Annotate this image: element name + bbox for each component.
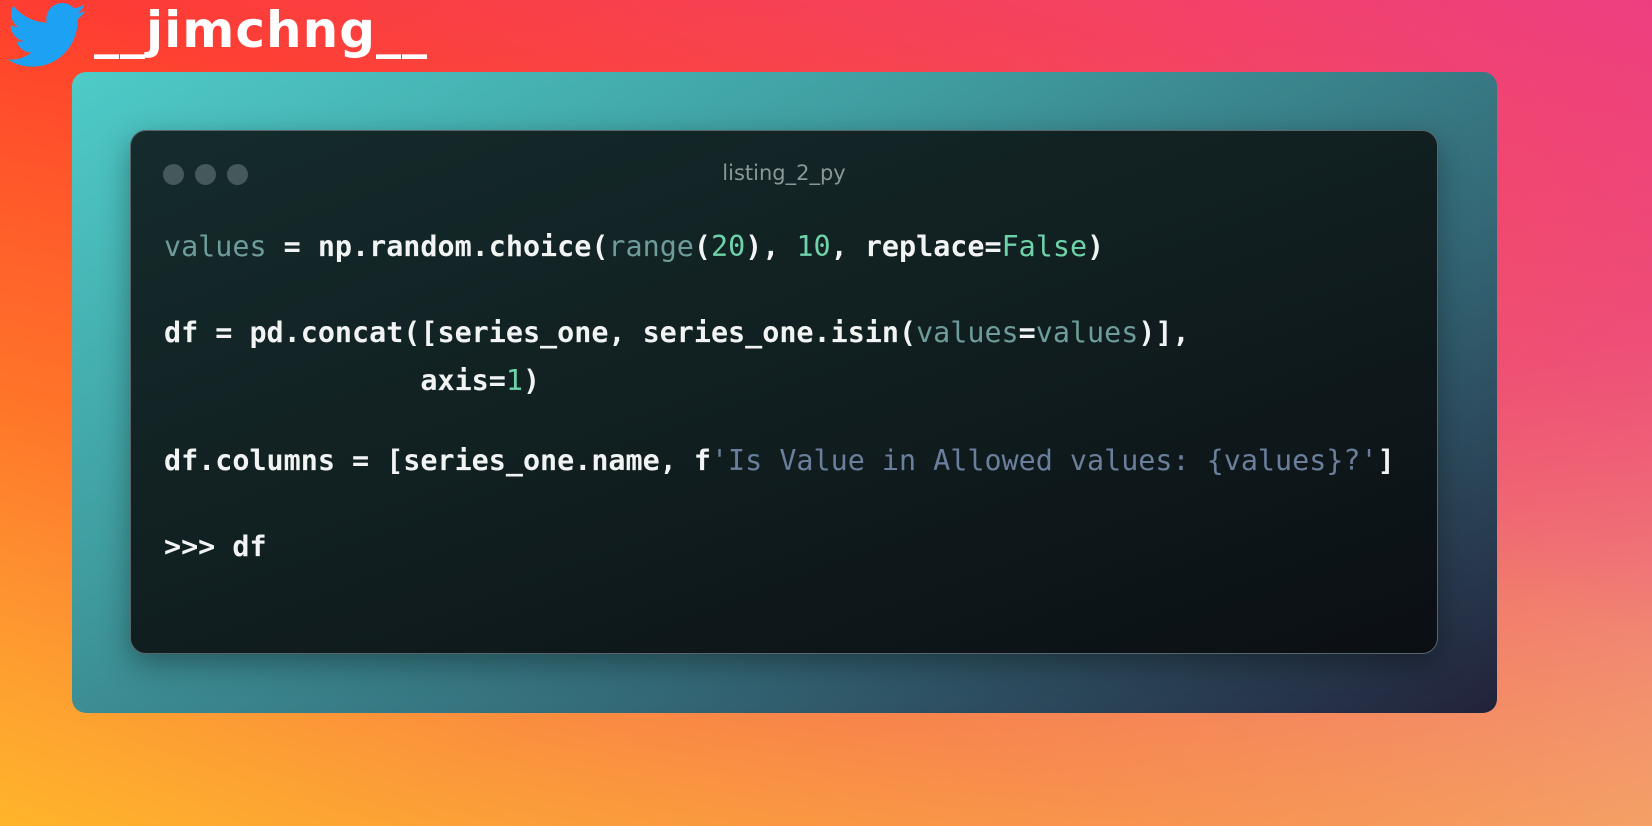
code-line: df.columns = [series_one.name, f'Is Valu… <box>164 441 1395 481</box>
code-token-plain: ) <box>522 364 541 397</box>
code-token-num: 10 <box>796 230 831 263</box>
code-token-plain: = <box>1018 316 1036 349</box>
code-token-var: range <box>608 230 694 263</box>
code-token-plain: ), <box>745 230 797 263</box>
code-token-num: False <box>1001 230 1088 263</box>
code-token-plain: ] <box>1377 444 1395 477</box>
code-line: values = np.random.choice(range(20), 10,… <box>164 227 1104 267</box>
code-token-str: 'Is Value in Allowed values: {values}?' <box>710 444 1378 477</box>
code-token-plain: axis= <box>164 364 506 397</box>
code-token-plain: ) <box>1087 230 1105 263</box>
code-window: listing_2_py values = np.random.choice(r… <box>130 130 1438 654</box>
code-token-plain: >>> df <box>164 530 267 563</box>
code-token-plain: , replace= <box>830 230 1002 263</box>
code-token-var: values <box>1035 316 1139 349</box>
twitter-bird-icon <box>8 2 87 67</box>
code-token-plain: df.columns = [series_one.name, f <box>164 444 711 477</box>
code-token-plain: df = pd.concat([series_one, series_one.i… <box>164 316 917 349</box>
code-line: df = pd.concat([series_one, series_one.i… <box>164 313 1190 353</box>
handle-text: __jimchng__ <box>94 1 428 59</box>
code-token-plain: ( <box>693 230 711 263</box>
twitter-handle: __jimchng__ <box>8 0 428 72</box>
code-token-num: 20 <box>710 230 746 263</box>
window-title: listing_2_py <box>722 161 846 185</box>
code-line: axis=1) <box>164 361 540 401</box>
code-token-num: 1 <box>505 364 523 397</box>
code-token-plain: )], <box>1138 316 1190 349</box>
code-token-plain: = np.random.choice( <box>266 230 609 263</box>
code-line: >>> df <box>164 527 267 567</box>
code-token-var: values <box>916 316 1019 349</box>
code-token-var: values <box>164 230 267 263</box>
